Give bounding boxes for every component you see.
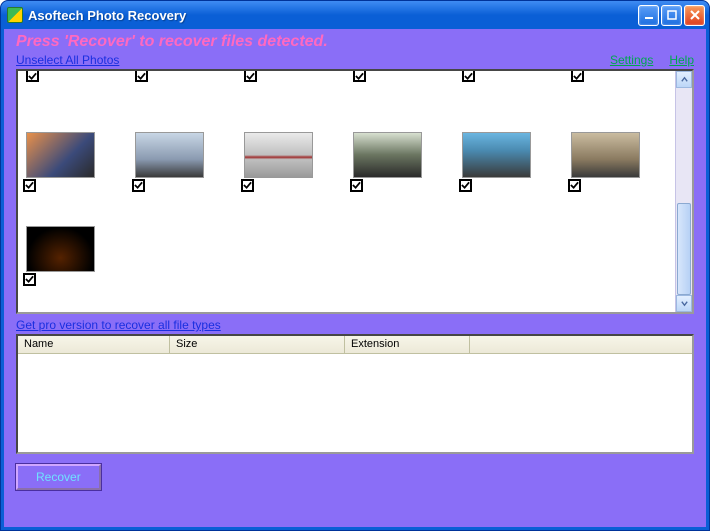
check-icon [355,71,364,81]
grid-row [26,69,667,84]
check-icon [25,274,34,284]
maximize-icon [666,9,678,21]
grid-cell[interactable] [244,132,313,178]
chevron-down-icon [680,299,689,308]
window-title: Asoftech Photo Recovery [28,8,636,23]
photo-checkbox[interactable] [135,69,148,82]
photo-grid-panel [16,69,694,314]
grid-cell[interactable] [571,69,640,84]
grid-cell[interactable] [353,69,422,84]
photo-checkbox[interactable] [23,273,36,286]
grid-cell[interactable] [135,132,204,178]
photo-checkbox[interactable] [571,69,584,82]
grid-cell[interactable] [353,132,422,178]
photo-thumbnail[interactable] [135,132,204,178]
photo-checkbox[interactable] [244,69,257,82]
check-icon [243,180,252,190]
grid-cell[interactable] [571,132,640,178]
maximize-button[interactable] [661,5,682,26]
check-icon [461,180,470,190]
grid-cell[interactable] [135,69,204,84]
photo-checkbox[interactable] [350,179,363,192]
photo-thumbnail[interactable] [244,132,313,178]
client-area: Press 'Recover' to recover files detecte… [1,29,709,530]
grid-cell[interactable] [26,69,95,84]
close-button[interactable] [684,5,705,26]
grid-cell[interactable] [462,132,531,178]
grid-row [26,226,667,272]
footer: Recover [16,464,694,490]
photo-grid [18,71,675,312]
recover-button[interactable]: Recover [16,464,101,490]
scroll-down-button[interactable] [676,295,692,312]
photo-checkbox[interactable] [353,69,366,82]
scroll-up-button[interactable] [676,71,692,88]
check-icon [570,180,579,190]
photo-checkbox[interactable] [241,179,254,192]
settings-link[interactable]: Settings [610,53,653,67]
col-extension[interactable]: Extension [345,336,470,353]
photo-checkbox[interactable] [26,69,39,82]
photo-thumbnail[interactable] [353,132,422,178]
help-link[interactable]: Help [669,53,694,67]
photo-thumbnail[interactable] [571,132,640,178]
grid-cell[interactable] [26,226,95,272]
app-icon [7,7,23,23]
photo-thumbnail[interactable] [26,132,95,178]
grid-cell[interactable] [26,132,95,178]
scrollbar-track[interactable] [676,88,692,295]
photo-checkbox[interactable] [568,179,581,192]
col-size[interactable]: Size [170,336,345,353]
check-icon [137,71,146,81]
unselect-all-link[interactable]: Unselect All Photos [16,53,119,67]
photo-checkbox[interactable] [23,179,36,192]
app-window: Asoftech Photo Recovery Press 'Recover' … [0,0,710,531]
col-name[interactable]: Name [18,336,170,353]
check-icon [352,180,361,190]
close-icon [689,9,701,21]
col-filler [470,336,692,353]
pro-link-row: Get pro version to recover all file type… [16,318,694,332]
details-header: Name Size Extension [18,336,692,354]
photo-thumbnail[interactable] [26,226,95,272]
banner-text: Press 'Recover' to recover files detecte… [16,33,694,51]
check-icon [573,71,582,81]
minimize-icon [643,9,655,21]
photo-checkbox[interactable] [459,179,472,192]
check-icon [28,71,37,81]
linkbar: Unselect All Photos Settings Help [16,53,694,67]
chevron-up-icon [680,75,689,84]
photo-checkbox[interactable] [132,179,145,192]
grid-row [26,132,667,178]
check-icon [25,180,34,190]
vertical-scrollbar[interactable] [675,71,692,312]
details-panel: Name Size Extension [16,334,694,454]
photo-checkbox[interactable] [462,69,475,82]
minimize-button[interactable] [638,5,659,26]
grid-cell[interactable] [244,69,313,84]
check-icon [464,71,473,81]
check-icon [134,180,143,190]
scrollbar-thumb[interactable] [677,203,691,295]
pro-version-link[interactable]: Get pro version to recover all file type… [16,318,221,332]
check-icon [246,71,255,81]
photo-thumbnail[interactable] [462,132,531,178]
titlebar: Asoftech Photo Recovery [1,1,709,29]
grid-cell[interactable] [462,69,531,84]
details-body [18,354,692,452]
